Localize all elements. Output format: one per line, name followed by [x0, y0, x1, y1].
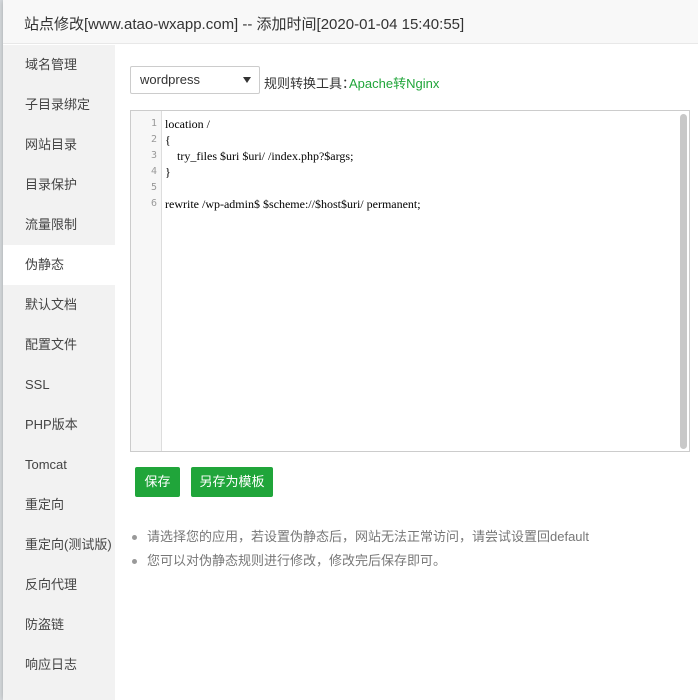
- sidebar-item-traffic-limit[interactable]: 流量限制: [3, 205, 115, 245]
- sidebar-item-config-file[interactable]: 配置文件: [3, 325, 115, 365]
- sidebar-item-response-log[interactable]: 响应日志: [3, 645, 115, 685]
- line-number: 4: [150, 166, 157, 177]
- tip-item: 请选择您的应用，若设置伪静态后，网站无法正常访问，请尝试设置回default: [130, 525, 589, 549]
- code-line: {: [165, 133, 171, 147]
- sidebar-item-dir-protect[interactable]: 目录保护: [3, 165, 115, 205]
- sidebar-item-subdir-binding[interactable]: 子目录绑定: [3, 85, 115, 125]
- sidebar-item-ssl[interactable]: SSL: [3, 365, 115, 405]
- sidebar-item-site-dir[interactable]: 网站目录: [3, 125, 115, 165]
- bullet-icon: [132, 535, 137, 540]
- code-line: }: [165, 165, 171, 179]
- code-line: rewrite /wp-admin$ $scheme://$host$uri/ …: [165, 197, 421, 211]
- rewrite-rules-editor[interactable]: 1 2 3 4 5 6 location / { try_files $uri …: [130, 110, 690, 452]
- sidebar-item-tomcat[interactable]: Tomcat: [3, 445, 115, 485]
- line-number: 2: [150, 134, 157, 145]
- sidebar-item-domain[interactable]: 域名管理: [3, 45, 115, 85]
- convert-tool-label: 规则转换工具：: [264, 76, 356, 91]
- sidebar-item-hotlink-protect[interactable]: 防盗链: [3, 605, 115, 645]
- sidebar-item-default-doc[interactable]: 默认文档: [3, 285, 115, 325]
- sidebar-item-redirect-beta[interactable]: 重定向(测试版): [3, 525, 115, 565]
- code-line: location /: [165, 117, 210, 131]
- dialog-title: 站点修改[www.atao-wxapp.com] -- 添加时间[2020-01…: [24, 16, 465, 33]
- sidebar-item-redirect[interactable]: 重定向: [3, 485, 115, 525]
- sidebar-item-rewrite[interactable]: 伪静态: [3, 245, 115, 285]
- save-button[interactable]: 保存: [135, 467, 180, 497]
- sidebar-item-php-version[interactable]: PHP版本: [3, 405, 115, 445]
- sidebar-item-reverse-proxy[interactable]: 反向代理: [3, 565, 115, 605]
- select-value: wordpress: [140, 72, 200, 87]
- line-number: 1: [150, 118, 157, 129]
- rewrite-panel: wordpress 规则转换工具： Apache转Nginx 1 2 3 4 5…: [115, 45, 698, 700]
- editor-scrollbar[interactable]: [680, 114, 687, 449]
- line-number: 5: [150, 182, 157, 193]
- save-as-template-button[interactable]: 另存为模板: [191, 467, 273, 497]
- settings-sidebar: 域名管理 子目录绑定 网站目录 目录保护 流量限制 伪静态 默认文档 配置文件 …: [3, 45, 115, 700]
- apache-to-nginx-link[interactable]: Apache转Nginx: [349, 73, 439, 92]
- tip-item: 您可以对伪静态规则进行修改，修改完后保存即可。: [130, 549, 589, 573]
- tip-text: 您可以对伪静态规则进行修改，修改完后保存即可。: [147, 553, 447, 568]
- line-number: 3: [150, 150, 157, 161]
- dialog-titlebar[interactable]: 站点修改[www.atao-wxapp.com] -- 添加时间[2020-01…: [3, 0, 698, 44]
- line-number-gutter: 1 2 3 4 5 6: [131, 111, 162, 451]
- site-settings-dialog: 站点修改[www.atao-wxapp.com] -- 添加时间[2020-01…: [3, 0, 698, 700]
- bullet-icon: [132, 559, 137, 564]
- chevron-down-icon: [243, 77, 251, 83]
- line-number: 6: [150, 198, 157, 209]
- rewrite-template-select[interactable]: wordpress: [130, 66, 260, 94]
- tip-text: 请选择您的应用，若设置伪静态后，网站无法正常访问，请尝试设置回default: [147, 529, 590, 544]
- code-line: try_files $uri $uri/ /index.php?$args;: [165, 149, 354, 163]
- help-tips: 请选择您的应用，若设置伪静态后，网站无法正常访问，请尝试设置回default 您…: [130, 525, 589, 573]
